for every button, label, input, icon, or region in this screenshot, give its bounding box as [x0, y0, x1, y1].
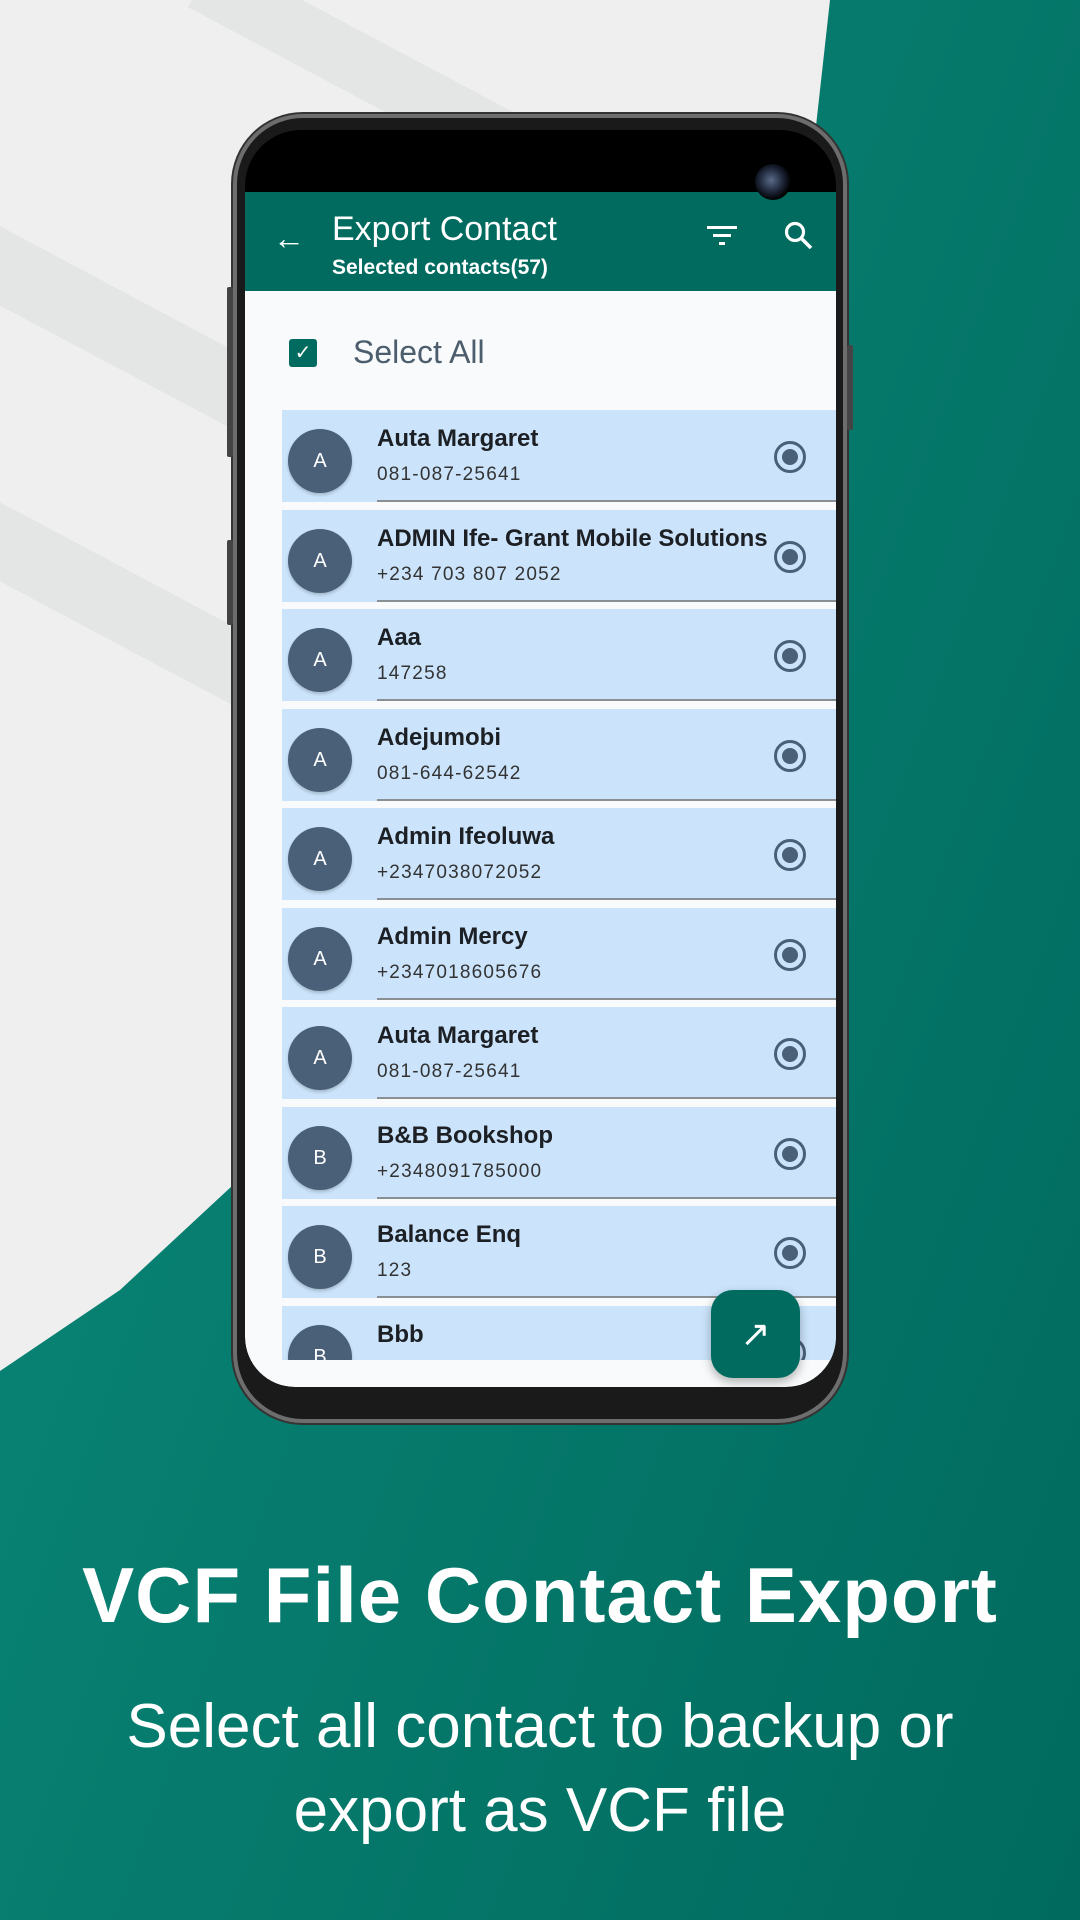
contact-name: Admin Ifeoluwa	[377, 823, 555, 850]
contact-phone: 147258	[377, 663, 448, 684]
contact-row[interactable]: A Auta Margaret 081-087-25641	[282, 410, 836, 502]
select-all-checkbox[interactable]: ✓	[289, 338, 317, 367]
phone-side-button	[227, 540, 233, 625]
export-button[interactable]: ↗	[711, 1290, 800, 1378]
select-all-row[interactable]: ✓ Select All	[289, 334, 485, 371]
phone-side-button	[227, 287, 233, 457]
select-all-label: Select All	[353, 334, 485, 370]
divider	[377, 798, 836, 801]
contact-phone: 081-087-25641	[377, 464, 522, 485]
contact-phone: +2348091785000	[377, 1160, 543, 1182]
phone-screen: ← Export Contact Selected contacts(57) ✓…	[245, 130, 836, 1387]
contact-phone: 081-087-25641	[377, 1061, 522, 1082]
selected-radio[interactable]	[774, 739, 806, 772]
contact-row[interactable]: A Admin Ifeoluwa +2347038072052	[282, 808, 836, 900]
avatar: A	[288, 827, 352, 891]
search-icon[interactable]	[783, 220, 813, 255]
contact-name: Admin Mercy	[377, 922, 528, 950]
contact-name: Adejumobi	[377, 723, 501, 751]
promo-subtitle: Select all contact to backup or export a…	[0, 1685, 1080, 1853]
contact-row[interactable]: B B&B Bookshop +2348091785000	[282, 1106, 836, 1199]
contact-phone: +2347038072052	[377, 862, 543, 883]
contact-row[interactable]: A Admin Mercy +2347018605676	[282, 907, 836, 1000]
contact-row[interactable]: B Balance Enq 123	[282, 1206, 836, 1298]
avatar: A	[288, 926, 352, 991]
selected-count: Selected contacts(57)	[332, 256, 548, 279]
avatar: A	[288, 727, 352, 792]
divider	[377, 1196, 836, 1199]
avatar: A	[288, 429, 352, 493]
phone-side-button	[847, 345, 853, 430]
avatar: A	[288, 1026, 352, 1090]
avatar: B	[288, 1125, 352, 1190]
avatar: B	[288, 1225, 352, 1289]
divider	[377, 997, 836, 1000]
contact-phone: 123	[377, 1260, 413, 1281]
selected-radio[interactable]	[774, 441, 806, 473]
contact-row[interactable]: A Auta Margaret 081-087-25641	[282, 1007, 836, 1099]
avatar: B	[288, 1324, 352, 1360]
contact-row[interactable]: A Adejumobi 081-644-62542	[282, 708, 836, 801]
contact-name: Aaa	[377, 624, 422, 651]
contact-name: Auta Margaret	[377, 425, 539, 452]
promo-headline: VCF File Contact Export	[82, 1551, 998, 1639]
selected-radio[interactable]	[774, 1237, 806, 1269]
divider	[377, 898, 836, 900]
contact-name: Balance Enq	[377, 1221, 522, 1248]
contact-phone: +234 703 807 2052	[377, 563, 562, 585]
contact-row[interactable]: A Aaa 147258	[282, 609, 836, 701]
back-arrow-icon[interactable]: ←	[273, 222, 305, 254]
contact-row[interactable]: A ADMIN Ife- Grant Mobile Solutions +234…	[282, 509, 836, 602]
front-camera	[755, 164, 791, 200]
contact-name: ADMIN Ife- Grant Mobile Solutions	[377, 524, 768, 552]
avatar: A	[288, 628, 352, 692]
divider	[377, 1097, 836, 1099]
contact-list-screen: ✓ Select All A Auta Margaret 081-087-256…	[245, 291, 836, 1387]
selected-radio[interactable]	[774, 1137, 806, 1170]
selected-radio[interactable]	[774, 540, 806, 573]
contact-phone: +2347018605676	[377, 961, 543, 983]
contact-phone: 081-644-62542	[377, 762, 522, 784]
selected-radio[interactable]	[774, 640, 806, 672]
divider	[377, 500, 836, 502]
export-arrow-icon: ↗	[740, 1313, 771, 1354]
promo-line-1: Select all contact to backup or	[126, 1692, 954, 1761]
divider	[377, 699, 836, 701]
contact-name: B&B Bookshop	[377, 1121, 553, 1149]
divider	[377, 599, 836, 602]
contact-name: Auta Margaret	[377, 1022, 539, 1049]
page-title: Export Contact	[332, 210, 557, 248]
selected-radio[interactable]	[774, 1038, 806, 1070]
promo-line-2: export as VCF file	[293, 1776, 787, 1845]
app-bar: ← Export Contact Selected contacts(57)	[245, 192, 836, 291]
avatar: A	[288, 528, 352, 593]
selected-radio[interactable]	[774, 839, 806, 871]
contact-list[interactable]: A Auta Margaret 081-087-25641 A ADMIN If…	[282, 410, 836, 1360]
filter-icon[interactable]	[707, 222, 737, 254]
contact-name: Bbb	[377, 1320, 424, 1348]
selected-radio[interactable]	[774, 938, 806, 971]
